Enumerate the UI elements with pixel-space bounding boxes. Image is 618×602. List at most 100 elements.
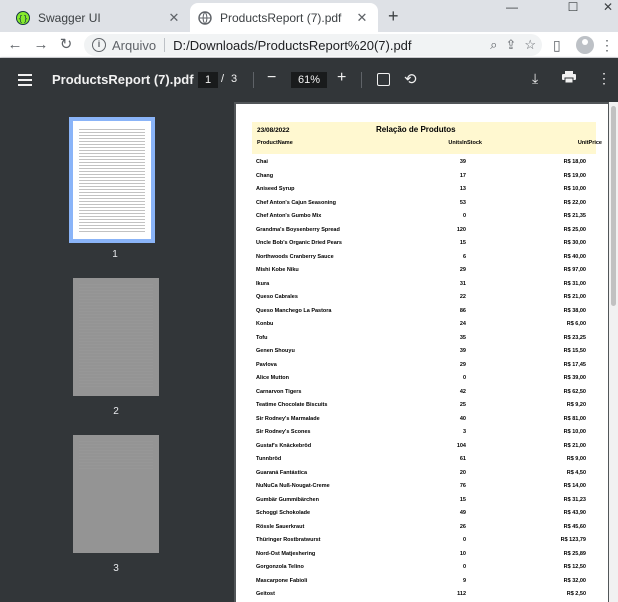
- units-in-stock-cell: 76: [459, 483, 466, 489]
- page-number-input[interactable]: 1: [198, 72, 218, 88]
- unit-price-cell: R$ 25,00: [563, 226, 586, 233]
- forward-icon[interactable]: →: [32, 36, 50, 54]
- more-options-icon[interactable]: ⋮: [597, 71, 611, 85]
- unit-price-cell: R$ 45,60: [563, 523, 586, 530]
- unit-price-cell: R$ 25,89: [563, 550, 586, 557]
- unit-price-cell: R$ 81,00: [563, 415, 586, 422]
- units-in-stock-cell: 13: [459, 186, 466, 192]
- table-row: Carnarvon Tigers 42 R$ 62,50: [252, 387, 596, 398]
- table-row: Pavlova 29 R$ 17,45: [252, 360, 596, 371]
- units-in-stock-cell: 25: [459, 402, 466, 408]
- url-text[interactable]: D:/Downloads/ProductsReport%20(7).pdf: [173, 38, 411, 53]
- scrollbar-thumb[interactable]: [611, 106, 616, 306]
- close-icon[interactable]: ✕: [166, 10, 182, 26]
- product-name-cell: Chai: [256, 159, 268, 165]
- product-name-cell: Carnarvon Tigers: [256, 388, 302, 395]
- units-in-stock-cell: 0: [462, 537, 466, 543]
- product-name-cell: Konbu: [256, 321, 274, 327]
- thumbnail-label: 3: [113, 563, 119, 574]
- units-in-stock-cell: 39: [459, 348, 466, 354]
- units-in-stock-cell: 49: [459, 510, 466, 516]
- table-row: Gustaf's Knäckebröd 104 R$ 21,00: [252, 441, 596, 452]
- pdf-viewport[interactable]: 23/08/2022 Relação de Produtos ProductNa…: [234, 102, 618, 602]
- units-in-stock-cell: 26: [459, 523, 466, 530]
- table-row: NuNuCa Nuß-Nougat-Creme 76 R$ 14,00: [252, 481, 596, 492]
- page-thumbnail-3[interactable]: [73, 435, 159, 553]
- units-in-stock-cell: 20: [459, 469, 466, 476]
- address-bar[interactable]: i Arquivo D:/Downloads/ProductsReport%20…: [84, 34, 542, 56]
- units-in-stock-cell: 0: [462, 213, 466, 219]
- hamburger-menu-icon[interactable]: [18, 74, 32, 86]
- window-close-icon[interactable]: ✕: [598, 0, 618, 14]
- units-in-stock-cell: 61: [459, 456, 466, 462]
- unit-price-cell: R$ 22,00: [563, 199, 586, 206]
- close-icon[interactable]: ✕: [354, 10, 370, 26]
- minimize-icon[interactable]: —: [492, 0, 532, 14]
- thumbnail-label: 2: [113, 406, 119, 417]
- page-thumbnail-1[interactable]: [69, 117, 155, 243]
- report-title: Relação de Produtos: [376, 125, 456, 134]
- new-tab-button[interactable]: +: [388, 7, 399, 25]
- info-icon[interactable]: i: [92, 38, 106, 52]
- units-in-stock-cell: 24: [459, 321, 466, 327]
- browser-toolbar: ← → ↻ i Arquivo D:/Downloads/ProductsRep…: [0, 32, 618, 58]
- column-header: ProductName: [257, 140, 293, 146]
- table-row: Gorgonzola Telino 0 R$ 12,50: [252, 562, 596, 573]
- svg-text:{}: {}: [18, 14, 28, 23]
- print-icon[interactable]: [562, 71, 576, 83]
- unit-price-cell: R$ 2,50: [566, 591, 586, 597]
- units-in-stock-cell: 29: [459, 267, 466, 273]
- fit-page-icon[interactable]: [377, 73, 390, 86]
- unit-price-cell: R$ 6,00: [566, 321, 586, 327]
- menu-dots-icon[interactable]: ⋮: [600, 36, 614, 54]
- table-row: Tofu 35 R$ 23,25: [252, 333, 596, 344]
- scheme-label: Arquivo: [112, 37, 157, 53]
- profile-avatar[interactable]: [576, 36, 594, 54]
- units-in-stock-cell: 0: [462, 375, 466, 381]
- download-icon[interactable]: ⤓: [532, 70, 538, 87]
- product-name-cell: Northwoods Cranberry Sauce: [256, 253, 334, 260]
- units-in-stock-cell: 53: [459, 199, 466, 206]
- swagger-icon: {}: [16, 10, 30, 25]
- reload-icon[interactable]: ↻: [57, 36, 75, 54]
- share-icon[interactable]: ⇪: [505, 37, 516, 53]
- tab-swagger-ui[interactable]: {} Swagger UI ✕: [8, 3, 190, 32]
- product-name-cell: Alice Mutton: [256, 375, 289, 381]
- product-name-cell: Uncle Bob's Organic Dried Pears: [256, 240, 342, 246]
- zoom-in-icon[interactable]: +: [337, 69, 346, 87]
- zoom-icon[interactable]: ⌕: [490, 37, 497, 53]
- units-in-stock-cell: 35: [459, 334, 466, 341]
- toolbar-divider: [361, 72, 362, 88]
- address-divider: [164, 38, 166, 52]
- product-name-cell: Mascarpone Fabioli: [256, 577, 308, 584]
- bookmark-star-icon[interactable]: ☆: [524, 37, 536, 53]
- table-row: Chai 39 R$ 18,00: [252, 157, 596, 168]
- table-row: Thüringer Rostbratwurst 0 R$ 123,79: [252, 535, 596, 546]
- product-name-cell: Tofu: [256, 334, 268, 341]
- product-name-cell: Chef Anton's Cajun Seasoning: [256, 199, 336, 206]
- product-name-cell: Genen Shouyu: [256, 348, 295, 354]
- product-name-cell: Queso Cabrales: [256, 294, 298, 300]
- unit-price-cell: R$ 21,00: [563, 442, 586, 449]
- back-icon[interactable]: ←: [6, 36, 24, 54]
- side-panel-icon[interactable]: ▯: [553, 36, 561, 54]
- tab-products-report[interactable]: ProductsReport (7).pdf ✕: [190, 3, 378, 32]
- unit-price-cell: R$ 97,00: [563, 267, 586, 273]
- table-row: Aniseed Syrup 13 R$ 10,00: [252, 184, 596, 195]
- product-name-cell: Pavlova: [256, 361, 277, 368]
- table-row: Sir Rodney's Scones 3 R$ 10,00: [252, 427, 596, 438]
- product-name-cell: Guaraná Fantástica: [256, 469, 308, 476]
- report-header: 23/08/2022 Relação de Produtos ProductNa…: [252, 122, 602, 154]
- page-thumbnail-2[interactable]: [73, 278, 159, 396]
- table-row: Gumbär Gummibärchen 15 R$ 31,23: [252, 495, 596, 506]
- rotate-icon[interactable]: ⟲: [404, 70, 417, 88]
- table-row: Genen Shouyu 39 R$ 15,50: [252, 346, 596, 357]
- zoom-out-icon[interactable]: −: [267, 69, 276, 87]
- product-name-cell: Rössle Sauerkraut: [256, 523, 305, 530]
- maximize-icon[interactable]: ☐: [553, 0, 593, 14]
- column-header: UnitPrice: [577, 140, 602, 146]
- unit-price-cell: R$ 9,20: [566, 402, 586, 408]
- zoom-input[interactable]: 61%: [291, 72, 327, 88]
- table-row: Grandma's Boysenberry Spread 120 R$ 25,00: [252, 225, 596, 236]
- unit-price-cell: R$ 62,50: [563, 388, 586, 395]
